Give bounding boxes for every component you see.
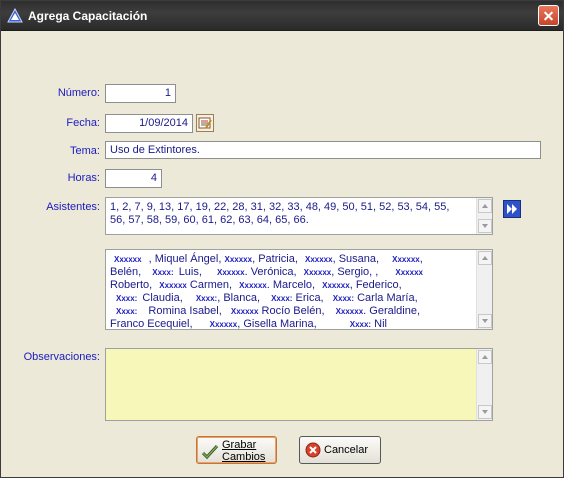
calendar-icon[interactable] (196, 114, 214, 132)
scroll-down-icon[interactable] (478, 405, 492, 419)
horas-label: Horas: (67, 172, 100, 184)
close-button[interactable] (538, 5, 559, 26)
checkmark-icon (202, 444, 218, 460)
cancelar-label: Cancelar (324, 444, 369, 456)
horas-field[interactable]: 4 (105, 169, 162, 188)
grabar-label-line1: Grabar (222, 439, 257, 451)
tema-field[interactable]: Uso de Extintores. (105, 141, 541, 159)
grabar-label-line2: Cambios (222, 451, 266, 463)
fecha-field[interactable]: 1/09/2014 (105, 114, 193, 133)
cancel-icon (305, 442, 321, 458)
scroll-up-icon[interactable] (478, 251, 492, 265)
scroll-down-icon[interactable] (478, 314, 492, 328)
asistentes-names-memo[interactable]: Xxxxxx , Miquel Ángel, Xxxxxx, Patricia,… (105, 249, 493, 330)
asistentes-ids-line: 56, 57, 58, 59, 60, 61, 62, 63, 64, 65, … (110, 214, 309, 226)
dialog-window: Agrega Capacitación Número: 1 Fecha: 1/0… (0, 0, 564, 478)
numero-label: Número: (57, 87, 100, 99)
asistentes-scrollbar[interactable] (476, 198, 492, 234)
scroll-up-icon[interactable] (478, 350, 492, 364)
names-line: Xxxx: Claudia, Xxxx:, Blanca, Xxxx: Eric… (116, 292, 418, 304)
observaciones-field[interactable] (105, 348, 493, 421)
numero-field[interactable]: 1 (105, 84, 176, 103)
select-asistentes-button[interactable] (503, 200, 521, 218)
observaciones-label: Observaciones: (23, 351, 100, 363)
names-line: Belén, Xxxx: Luis, Xxxxxx. Verónica, Xxx… (110, 266, 423, 278)
form-area: Número: 1 Fecha: 1/09/2014 Tema: Uso de … (4, 31, 560, 475)
cancelar-button[interactable]: Cancelar (299, 436, 381, 464)
tema-label: Tema: (70, 145, 100, 157)
asistentes-label: Asistentes: (46, 201, 100, 213)
calendar-glyph-icon (198, 117, 212, 129)
names-line: Xxxx: Romina Isabel, Xxxxxx Rocío Belén,… (116, 305, 421, 317)
names-scrollbar[interactable] (476, 250, 492, 329)
title-bar[interactable]: Agrega Capacitación (1, 1, 563, 31)
window-title: Agrega Capacitación (28, 9, 148, 23)
names-line: Xxxxxx , Miquel Ángel, Xxxxxx, Patricia,… (114, 253, 423, 265)
grabar-cambios-button[interactable]: Grabar Cambios (196, 436, 277, 464)
app-triangle-icon (7, 8, 23, 23)
scroll-up-icon[interactable] (478, 199, 492, 213)
fast-forward-icon (507, 204, 517, 214)
asistentes-ids-line: 1, 2, 7, 9, 13, 17, 19, 22, 28, 31, 32, … (110, 201, 450, 213)
names-line: Roberto, Xxxxxx Carmen, Xxxxxx. Marcelo,… (110, 279, 402, 291)
scroll-down-icon[interactable] (478, 219, 492, 233)
asistentes-ids-memo[interactable]: 1, 2, 7, 9, 13, 17, 19, 22, 28, 31, 32, … (105, 197, 493, 235)
fecha-label: Fecha: (66, 117, 100, 129)
observaciones-scrollbar[interactable] (476, 349, 492, 420)
names-line: Franco Ecequiel, Xxxxxx, Gisella Marina,… (110, 318, 388, 330)
